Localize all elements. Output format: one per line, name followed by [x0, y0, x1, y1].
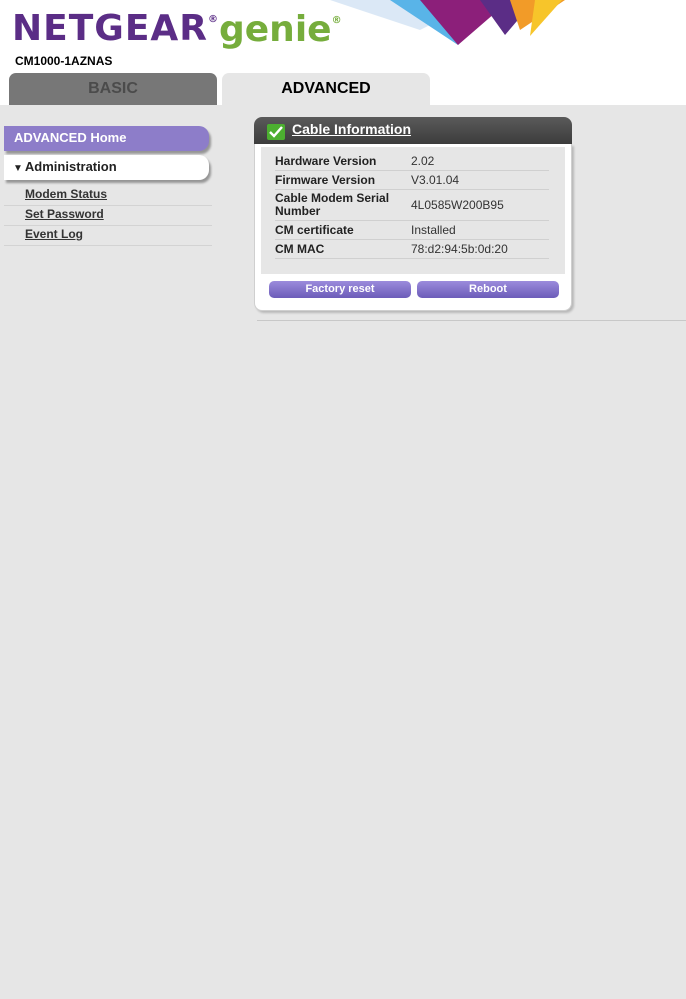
sidebar: ADVANCED Home ▼ Administration Modem Stat…	[4, 126, 212, 246]
row-value: V3.01.04	[411, 170, 549, 190]
tab-basic[interactable]: BASIC	[9, 73, 217, 105]
sidebar-section-administration[interactable]: ▼ Administration	[4, 155, 209, 180]
panel-body: Hardware Version 2.02 Firmware Version V…	[254, 144, 572, 311]
sidebar-link-event-log[interactable]: Event Log	[4, 226, 212, 246]
check-icon	[267, 124, 285, 140]
tab-advanced[interactable]: ADVANCED	[222, 73, 430, 105]
sidebar-sub-links: Modem Status Set Password Event Log	[4, 186, 212, 246]
row-label: Firmware Version	[275, 170, 411, 190]
row-value: Installed	[411, 220, 549, 240]
panel-header: Cable Information	[254, 117, 572, 144]
panel-title[interactable]: Cable Information	[292, 121, 411, 137]
sidebar-link-modem-status[interactable]: Modem Status	[4, 186, 212, 206]
sidebar-item-advanced-home[interactable]: ADVANCED Home	[4, 126, 209, 151]
row-label: CM MAC	[275, 239, 411, 259]
row-value: 78:d2:94:5b:0d:20	[411, 239, 549, 259]
info-table: Hardware Version 2.02 Firmware Version V…	[275, 152, 549, 259]
row-label: CM certificate	[275, 220, 411, 240]
factory-reset-button[interactable]: Factory reset	[269, 281, 411, 298]
table-row: CM MAC 78:d2:94:5b:0d:20	[275, 239, 549, 259]
table-row: Firmware Version V3.01.04	[275, 170, 549, 190]
table-row: CM certificate Installed	[275, 220, 549, 240]
row-value: 4L0585W200B95	[411, 189, 549, 221]
row-label: Cable Modem Serial Number	[275, 189, 411, 221]
reboot-button[interactable]: Reboot	[417, 281, 559, 298]
row-label: Hardware Version	[275, 152, 411, 171]
sidebar-section-label: Administration	[24, 159, 117, 174]
divider	[257, 320, 686, 321]
model-name: CM1000-1AZNAS	[15, 54, 113, 68]
genie-logo: genie®	[219, 9, 342, 50]
row-value: 2.02	[411, 152, 549, 171]
info-area: Hardware Version 2.02 Firmware Version V…	[261, 147, 565, 274]
triangle-down-icon: ▼	[13, 163, 23, 174]
table-row: Hardware Version 2.02	[275, 152, 549, 171]
netgear-logo: NETGEAR®	[12, 8, 219, 49]
decorative-shards-graphic	[330, 0, 565, 45]
cable-information-panel: Cable Information Hardware Version 2.02 …	[254, 117, 572, 311]
table-row: Cable Modem Serial Number 4L0585W200B95	[275, 189, 549, 221]
sidebar-link-set-password[interactable]: Set Password	[4, 206, 212, 226]
